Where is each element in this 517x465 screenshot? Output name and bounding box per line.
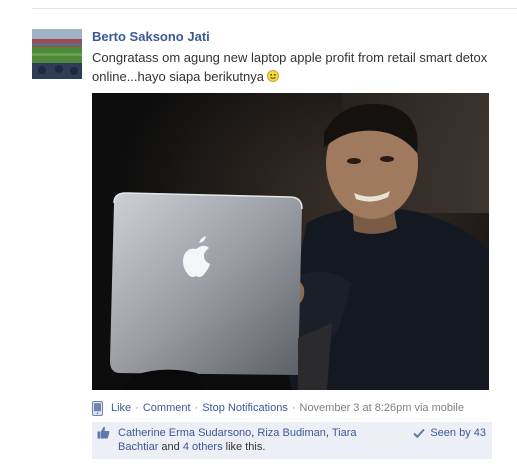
comma: ,	[325, 427, 329, 439]
likers-sentence: Catherine Erma Sudarsono, Riza Budiman, …	[118, 426, 388, 454]
likes-box: Catherine Erma Sudarsono, Riza Budiman, …	[92, 422, 492, 459]
smiley-icon	[267, 70, 280, 82]
seen-by-link[interactable]: Seen by 43	[430, 426, 486, 440]
post-photo[interactable]	[92, 93, 489, 390]
like-link[interactable]: Like	[111, 402, 131, 414]
author-avatar[interactable]	[32, 29, 82, 79]
check-icon	[413, 428, 426, 438]
others-link[interactable]: 4 others	[183, 441, 223, 453]
post-message: Congratass om agung new laptop apple pro…	[92, 48, 512, 86]
separator: ·	[135, 402, 139, 414]
author-name-link[interactable]: Berto Saksono Jati	[92, 29, 210, 44]
post-message-text: Congratass om agung new laptop apple pro…	[92, 50, 488, 84]
mobile-phone-icon	[92, 400, 103, 416]
separator: ·	[194, 402, 199, 414]
like-suffix: like this.	[225, 441, 266, 453]
post-divider	[32, 8, 517, 9]
stop-notifications-link[interactable]: Stop Notifications	[202, 402, 288, 414]
liker-link[interactable]: Riza Budiman	[257, 427, 325, 439]
seen-by[interactable]: Seen by 43	[413, 426, 486, 440]
thumbs-up-icon	[97, 426, 110, 439]
separator: ·	[291, 402, 296, 414]
liker-link[interactable]: Catherine Erma Sudarsono	[118, 427, 251, 439]
and-text: and	[161, 441, 180, 453]
comment-link[interactable]: Comment	[143, 402, 191, 414]
post-actions-bar: Like · Comment · Stop Notifications · No…	[92, 400, 464, 416]
comma: ,	[251, 427, 255, 439]
post-timestamp[interactable]: November 3 at 8:26pm via mobile	[300, 402, 464, 414]
